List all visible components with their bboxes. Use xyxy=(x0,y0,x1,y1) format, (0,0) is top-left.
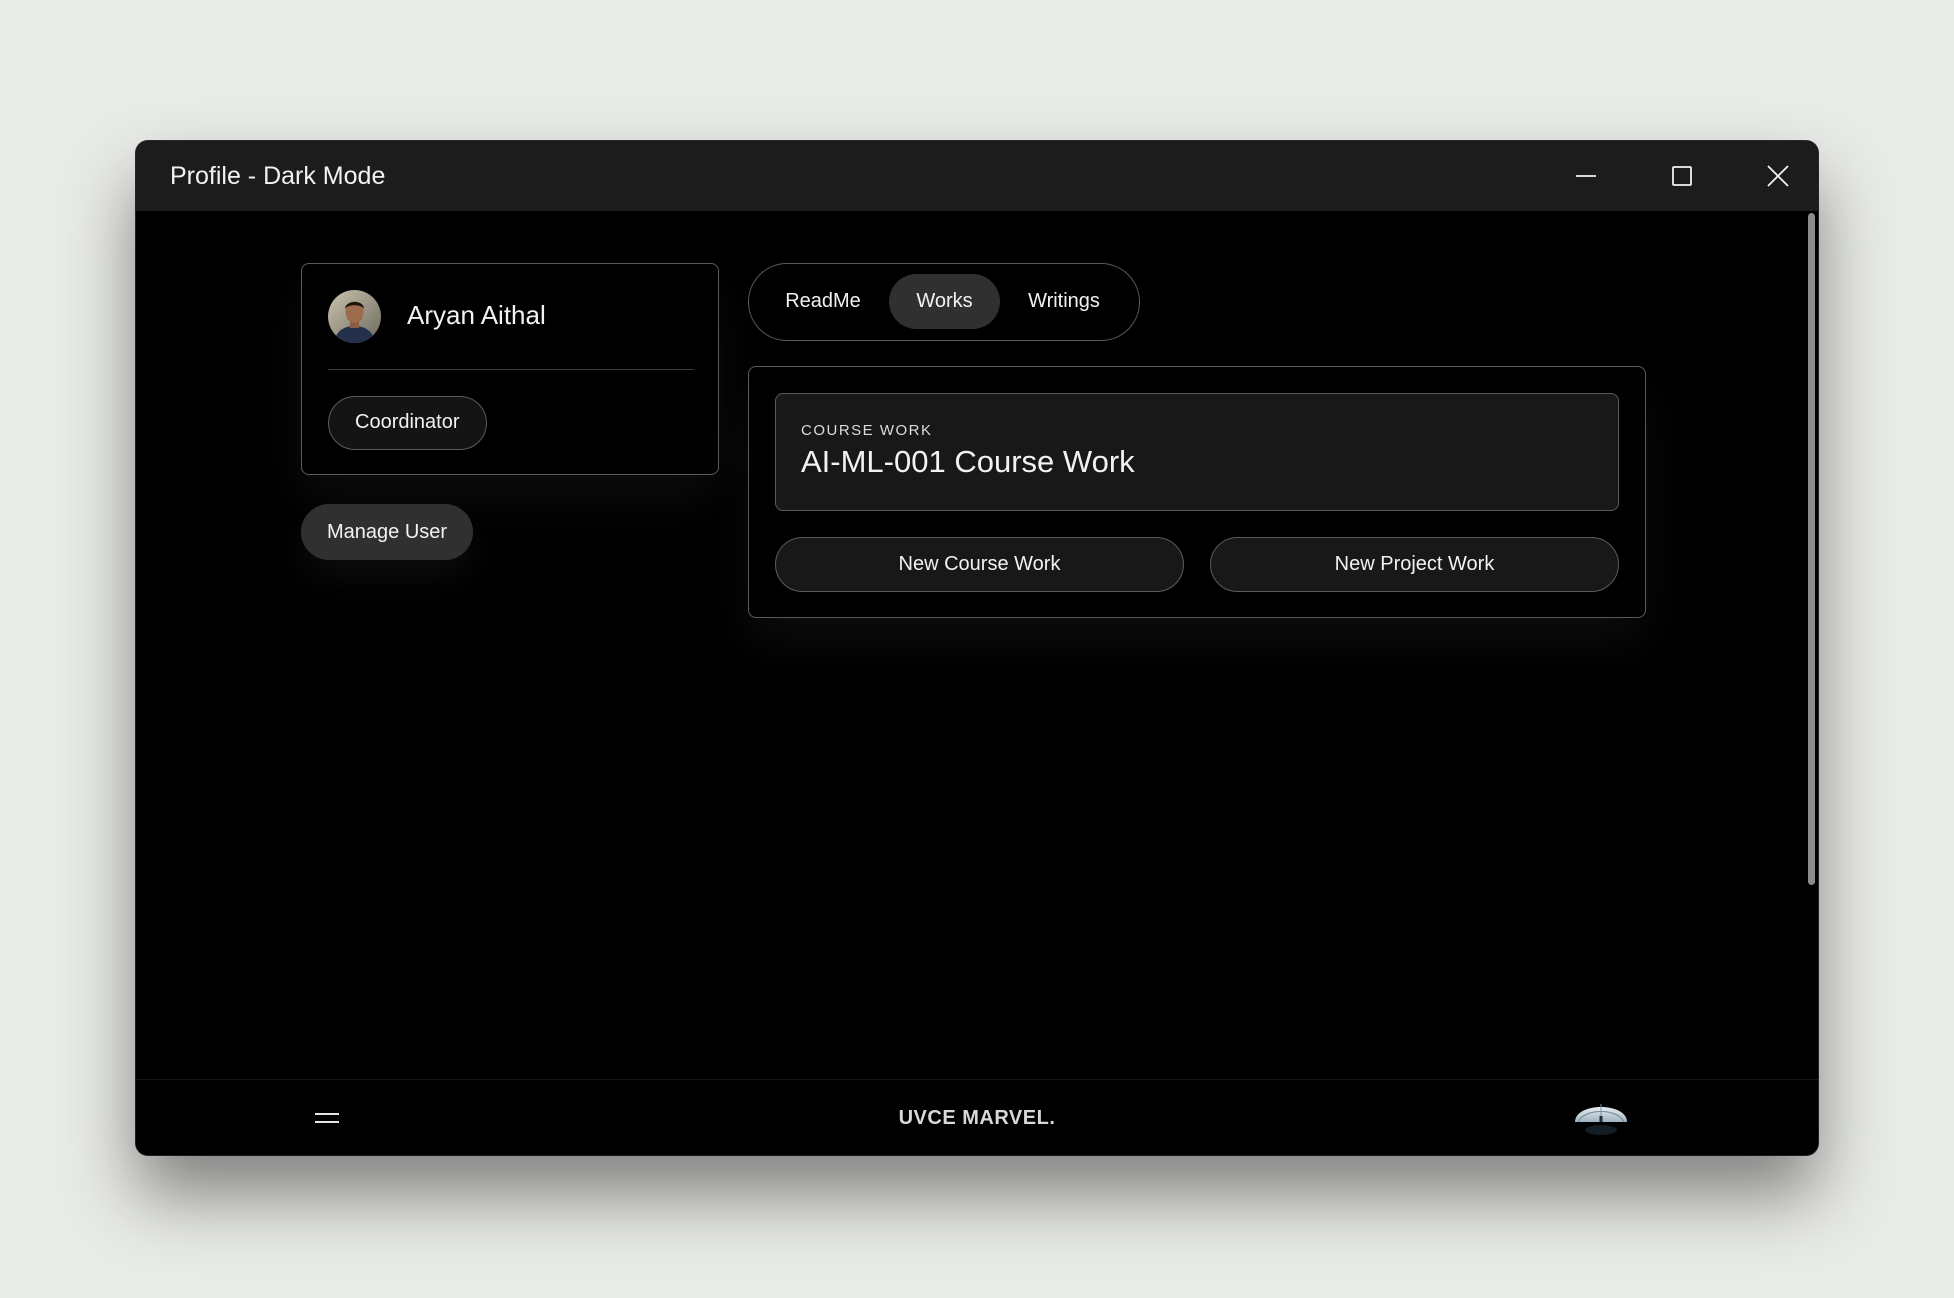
course-work-label: COURSE WORK xyxy=(801,422,933,439)
window-title: Profile - Dark Mode xyxy=(170,162,386,190)
minimize-icon xyxy=(1576,175,1596,177)
dome-avatar-image xyxy=(1574,1092,1628,1146)
user-avatar-photo xyxy=(328,290,381,343)
profile-divider xyxy=(328,369,694,370)
close-button[interactable] xyxy=(1730,141,1818,211)
maximize-icon xyxy=(1672,166,1692,186)
minimize-button[interactable] xyxy=(1538,141,1634,211)
app-window: Profile - Dark Mode Aryan Aithal Coordin… xyxy=(136,141,1818,1155)
avatar[interactable] xyxy=(328,290,381,343)
role-badge: Coordinator xyxy=(328,396,487,450)
profile-card: Aryan Aithal Coordinator xyxy=(301,263,719,475)
tab-readme[interactable]: ReadMe xyxy=(759,274,887,329)
works-panel: COURSE WORK AI-ML-001 Course Work New Co… xyxy=(748,366,1646,618)
new-project-work-button[interactable]: New Project Work xyxy=(1210,537,1619,592)
close-icon xyxy=(1767,165,1789,187)
title-bar: Profile - Dark Mode xyxy=(136,141,1818,211)
hamburger-menu-icon xyxy=(315,1113,339,1123)
profile-tabs: ReadMe Works Writings xyxy=(748,263,1140,341)
brand-logo-text: UVCE MARVEL. xyxy=(898,1107,1056,1129)
tab-writings[interactable]: Writings xyxy=(1002,274,1126,329)
footer-avatar[interactable] xyxy=(1574,1092,1628,1146)
maximize-button[interactable] xyxy=(1634,141,1730,211)
hamburger-menu-button[interactable] xyxy=(314,1106,340,1130)
manage-user-button[interactable]: Manage User xyxy=(301,504,474,560)
course-work-title: AI-ML-001 Course Work xyxy=(801,444,1135,479)
user-name: Aryan Aithal xyxy=(407,300,546,330)
footer-bar: UVCE MARVEL. xyxy=(136,1079,1818,1155)
tab-works[interactable]: Works xyxy=(889,274,1000,329)
course-work-card[interactable]: COURSE WORK AI-ML-001 Course Work xyxy=(775,393,1619,511)
vertical-scrollbar[interactable] xyxy=(1808,213,1815,885)
new-course-work-button[interactable]: New Course Work xyxy=(775,537,1184,592)
